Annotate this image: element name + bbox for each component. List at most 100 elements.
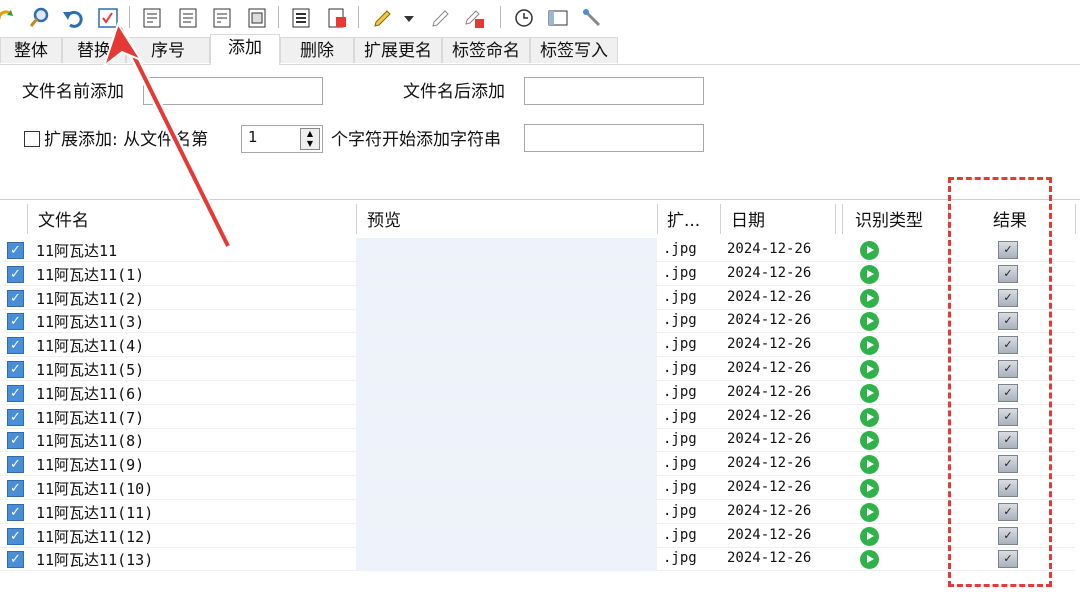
row-checkbox[interactable]: ✓ bbox=[7, 289, 24, 307]
tab-tag-write[interactable]: 标签写入 bbox=[530, 37, 618, 63]
play-icon bbox=[860, 312, 879, 332]
table-row[interactable]: ✓ 11阿瓦达11(4) .jpg 2024-12-26 ✓ bbox=[0, 333, 1080, 358]
row-ext: .jpg bbox=[663, 431, 697, 448]
play-icon bbox=[860, 360, 879, 379]
position-spinner[interactable]: 1 ▲ ▼ bbox=[241, 125, 323, 153]
tab-ext-rename[interactable]: 扩展更名 bbox=[354, 37, 442, 63]
check-icon[interactable] bbox=[96, 6, 120, 30]
row-checkbox[interactable]: ✓ bbox=[7, 384, 24, 402]
play-icon bbox=[860, 288, 879, 308]
row-date: 2024-12-26 bbox=[727, 288, 812, 305]
prefix-input[interactable] bbox=[143, 77, 323, 105]
row-checkbox[interactable]: ✓ bbox=[7, 313, 24, 331]
row-checkbox[interactable]: ✓ bbox=[7, 361, 24, 378]
row-preview bbox=[356, 261, 657, 286]
row-filename: 11阿瓦达11(10) bbox=[36, 480, 154, 498]
play-icon bbox=[860, 336, 879, 356]
suffix-input[interactable] bbox=[524, 77, 704, 105]
row-checkbox[interactable]: ✓ bbox=[7, 265, 24, 283]
row-checkbox[interactable]: ✓ bbox=[7, 480, 24, 497]
ext-add-checkbox[interactable] bbox=[24, 131, 40, 147]
row-checkbox[interactable]: ✓ bbox=[7, 527, 24, 545]
row-date: 2024-12-26 bbox=[727, 264, 812, 281]
row-preview bbox=[356, 476, 657, 500]
row-date: 2024-12-26 bbox=[727, 550, 812, 567]
row-checkbox[interactable]: ✓ bbox=[7, 432, 24, 450]
table-row[interactable]: ✓ 11阿瓦达11(3) .jpg 2024-12-26 ✓ bbox=[0, 309, 1080, 334]
row-ext: .jpg bbox=[663, 407, 697, 424]
table-row[interactable]: ✓ 11阿瓦达11(12) .jpg 2024-12-26 ✓ bbox=[0, 523, 1080, 548]
refresh-icon[interactable] bbox=[0, 6, 18, 30]
doc-icon-1[interactable] bbox=[140, 6, 164, 30]
edit-delete-icon[interactable] bbox=[462, 6, 486, 30]
row-ext: .jpg bbox=[663, 336, 697, 353]
row-ext: .jpg bbox=[663, 383, 697, 400]
row-checkbox[interactable]: ✓ bbox=[7, 242, 24, 259]
row-filename: 11阿瓦达11(12) bbox=[36, 527, 154, 546]
tools-icon[interactable] bbox=[580, 6, 604, 30]
table-row[interactable]: ✓ 11阿瓦达11(1) .jpg 2024-12-26 ✓ bbox=[0, 261, 1080, 286]
row-filename: 11阿瓦达11(5) bbox=[36, 361, 145, 379]
table-row[interactable]: ✓ 11阿瓦达11(10) .jpg 2024-12-26 ✓ bbox=[0, 476, 1080, 500]
tab-overall[interactable]: 整体 bbox=[0, 37, 62, 63]
table-row[interactable]: ✓ 11阿瓦达11 .jpg 2024-12-26 ✓ bbox=[0, 238, 1080, 262]
header-ext[interactable]: 扩... bbox=[667, 206, 700, 231]
tab-replace[interactable]: 替换 bbox=[62, 37, 126, 63]
row-ext: .jpg bbox=[663, 502, 697, 519]
header-preview[interactable]: 预览 bbox=[367, 206, 401, 231]
table-row[interactable]: ✓ 11阿瓦达11(11) .jpg 2024-12-26 ✓ bbox=[0, 499, 1080, 524]
row-date: 2024-12-26 bbox=[727, 241, 812, 257]
row-date: 2024-12-26 bbox=[727, 526, 812, 543]
row-date: 2024-12-26 bbox=[727, 407, 812, 424]
header-filename[interactable]: 文件名 bbox=[38, 206, 89, 231]
table-row[interactable]: ✓ 11阿瓦达11(6) .jpg 2024-12-26 ✓ bbox=[0, 380, 1080, 405]
doc-icon-2[interactable] bbox=[176, 6, 200, 30]
insert-string-input[interactable] bbox=[524, 124, 704, 152]
undo-icon[interactable] bbox=[61, 6, 85, 30]
row-checkbox[interactable]: ✓ bbox=[7, 551, 24, 569]
spin-buttons[interactable]: ▲ ▼ bbox=[300, 128, 320, 150]
row-filename: 11阿瓦达11(2) bbox=[36, 289, 145, 308]
clock-icon[interactable] bbox=[512, 6, 536, 30]
tab-add[interactable]: 添加 bbox=[210, 34, 280, 65]
row-filename: 11阿瓦达11(6) bbox=[36, 384, 145, 403]
row-preview bbox=[356, 428, 657, 453]
suffix-label: 文件名后添加 bbox=[403, 82, 505, 102]
row-filename: 11阿瓦达11(13) bbox=[36, 551, 154, 570]
row-date: 2024-12-26 bbox=[727, 336, 812, 353]
play-icon bbox=[860, 383, 879, 403]
tab-delete[interactable]: 删除 bbox=[280, 37, 354, 63]
tab-sequence[interactable]: 序号 bbox=[126, 37, 210, 63]
table-row[interactable]: ✓ 11阿瓦达11(7) .jpg 2024-12-26 ✓ bbox=[0, 404, 1080, 429]
row-preview bbox=[356, 380, 657, 405]
export-icon[interactable] bbox=[325, 6, 349, 30]
table-row[interactable]: ✓ 11阿瓦达11(8) .jpg 2024-12-26 ✓ bbox=[0, 428, 1080, 453]
doc-icon-3[interactable] bbox=[210, 6, 234, 30]
table-row[interactable]: ✓ 11阿瓦达11(9) .jpg 2024-12-26 ✓ bbox=[0, 452, 1080, 477]
table-row[interactable]: ✓ 11阿瓦达11(2) .jpg 2024-12-26 ✓ bbox=[0, 285, 1080, 310]
row-preview bbox=[356, 333, 657, 358]
table-row[interactable]: ✓ 11阿瓦达11(13) .jpg 2024-12-26 ✓ bbox=[0, 547, 1080, 572]
row-checkbox[interactable]: ✓ bbox=[7, 408, 24, 426]
row-checkbox[interactable]: ✓ bbox=[7, 337, 24, 355]
dropdown-icon[interactable] bbox=[402, 6, 416, 30]
edit-icon-2[interactable] bbox=[429, 6, 453, 30]
list-icon[interactable] bbox=[289, 6, 313, 30]
row-preview bbox=[356, 404, 657, 429]
row-checkbox[interactable]: ✓ bbox=[7, 503, 24, 521]
row-date: 2024-12-26 bbox=[727, 455, 812, 472]
row-preview bbox=[356, 238, 657, 262]
row-date: 2024-12-26 bbox=[727, 360, 812, 376]
row-checkbox[interactable]: ✓ bbox=[7, 456, 24, 474]
row-filename: 11阿瓦达11(9) bbox=[36, 456, 145, 475]
table-row[interactable]: ✓ 11阿瓦达11(5) .jpg 2024-12-26 ✓ bbox=[0, 357, 1080, 381]
doc-icon-4[interactable] bbox=[245, 6, 269, 30]
row-filename: 11阿瓦达11(4) bbox=[36, 337, 145, 356]
row-date: 2024-12-26 bbox=[727, 502, 812, 519]
tab-tag-name[interactable]: 标签命名 bbox=[442, 37, 530, 63]
window-icon[interactable] bbox=[546, 6, 570, 30]
edit-icon[interactable] bbox=[371, 6, 395, 30]
search-icon[interactable] bbox=[27, 6, 51, 30]
header-date[interactable]: 日期 bbox=[731, 206, 765, 231]
header-type[interactable]: 识别类型 bbox=[855, 206, 923, 231]
